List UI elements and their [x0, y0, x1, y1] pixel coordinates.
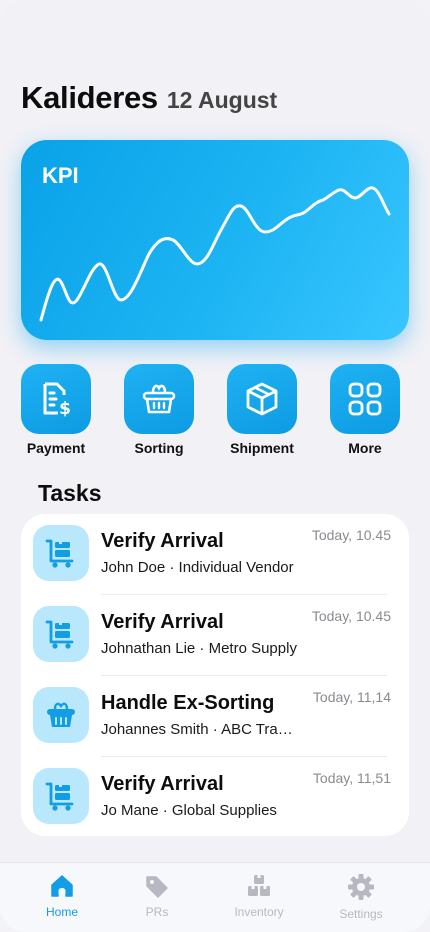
action-shipment[interactable]: Shipment	[227, 364, 297, 456]
header-date: 12 August	[166, 87, 278, 113]
grid-icon	[348, 382, 382, 416]
tab-settings[interactable]: Settings	[321, 873, 401, 921]
quick-actions: $ Payment Sorting Shipment More	[21, 364, 401, 459]
tag-icon	[146, 876, 168, 898]
task-subtitle: Johannes Smith · ABC Trading	[101, 721, 297, 738]
task-title: Verify Arrival	[101, 530, 224, 552]
tab-prs[interactable]: PRs	[117, 873, 197, 919]
task-item[interactable]: Verify Arrival John Doe · Individual Ven…	[21, 514, 409, 595]
sorting-button[interactable]	[124, 364, 194, 434]
kpi-sparkline	[39, 186, 391, 322]
tab-label: Inventory	[234, 905, 284, 919]
gear-icon	[348, 874, 374, 900]
task-title: Verify Arrival	[101, 611, 224, 633]
action-sorting[interactable]: Sorting	[124, 364, 194, 456]
task-item[interactable]: Verify Arrival Johnathan Lie · Metro Sup…	[21, 595, 409, 676]
box-icon	[246, 382, 278, 416]
task-item[interactable]: Verify Arrival Jo Mane · Global Supplies…	[21, 757, 409, 838]
task-icon-container	[33, 606, 89, 662]
kpi-card[interactable]: KPI	[21, 140, 409, 340]
task-icon-container	[33, 687, 89, 743]
task-subtitle: John Doe · Individual Vendor	[101, 559, 294, 576]
tab-home[interactable]: Home	[22, 873, 102, 919]
more-button[interactable]	[330, 364, 400, 434]
tab-bar: Home PRs Inventory Settings	[0, 862, 430, 932]
payment-button[interactable]: $	[21, 364, 91, 434]
page-header: Kalideres 12 August	[21, 80, 277, 116]
svg-text:$: $	[59, 399, 71, 419]
task-subtitle: Jo Mane · Global Supplies	[101, 802, 277, 819]
tasks-heading: Tasks	[38, 480, 102, 506]
home-icon	[51, 875, 73, 897]
cart-icon	[45, 782, 74, 811]
cart-icon	[45, 620, 74, 649]
action-label: Payment	[26, 440, 86, 456]
action-label: Shipment	[230, 440, 294, 456]
action-more[interactable]: More	[330, 364, 400, 456]
basket-icon	[47, 702, 75, 727]
basket-icon	[142, 384, 176, 414]
tasks-list: Verify Arrival John Doe · Individual Ven…	[21, 514, 409, 836]
task-time: Today, 11,14	[312, 689, 391, 705]
location-title: Kalideres	[21, 80, 158, 115]
tab-label: PRs	[145, 905, 169, 919]
cart-icon	[45, 539, 74, 568]
action-label: More	[348, 440, 382, 456]
task-icon-container	[33, 768, 89, 824]
task-item[interactable]: Handle Ex-Sorting Johannes Smith · ABC T…	[21, 676, 409, 757]
tab-label: Home	[45, 905, 78, 919]
action-label: Sorting	[134, 440, 184, 456]
task-subtitle: Johnathan Lie · Metro Supply	[101, 640, 297, 657]
task-time: Today, 10.45	[311, 608, 391, 624]
shipment-button[interactable]	[227, 364, 297, 434]
task-title: Verify Arrival	[101, 773, 224, 795]
task-icon-container	[33, 525, 89, 581]
boxes-icon	[248, 875, 270, 896]
task-time: Today, 10.45	[311, 527, 391, 543]
action-payment[interactable]: $ Payment	[21, 364, 91, 456]
tab-label: Settings	[339, 907, 383, 921]
tab-inventory[interactable]: Inventory	[219, 873, 299, 919]
app-screen: Kalideres 12 August KPI $ Payment Sortin…	[0, 0, 430, 932]
task-time: Today, 11,51	[312, 770, 391, 786]
invoice-dollar-icon: $	[43, 382, 71, 419]
task-title: Handle Ex-Sorting	[101, 692, 275, 714]
